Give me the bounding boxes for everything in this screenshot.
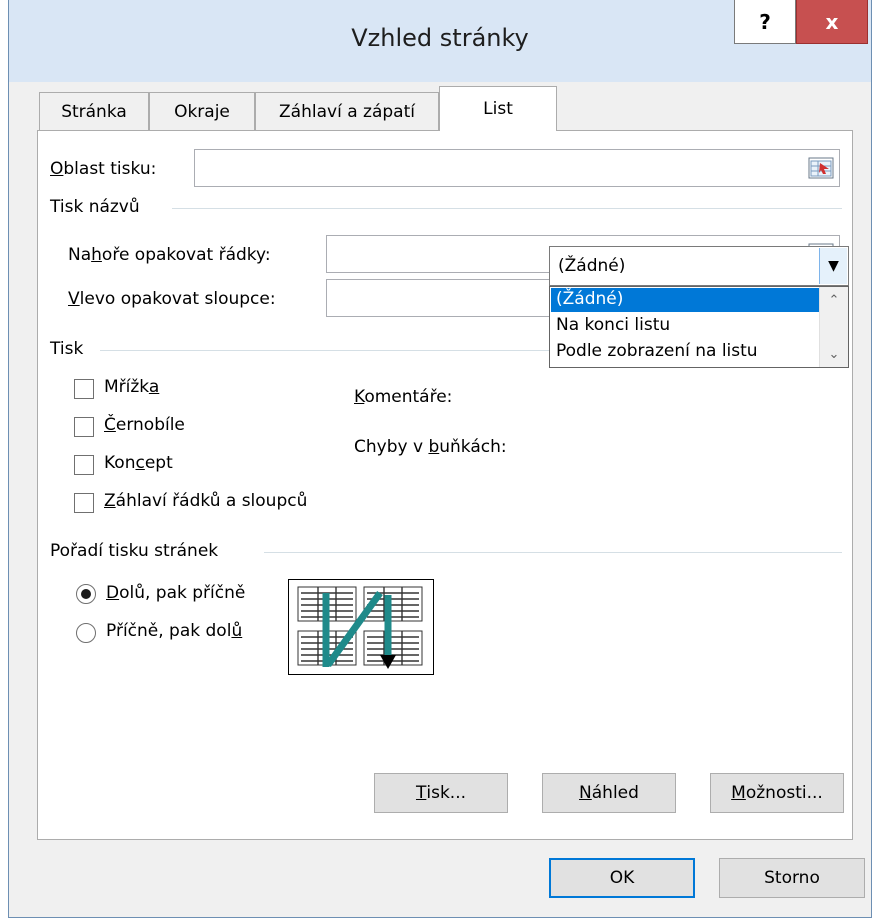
over-then-down-radio[interactable]: [76, 623, 96, 643]
row-col-headings-label[interactable]: Záhlaví řádků a sloupců: [104, 491, 307, 511]
tab-page[interactable]: Stránka: [39, 92, 149, 130]
dropdown-option[interactable]: Podle zobrazení na listu: [551, 340, 819, 364]
chevron-down-icon[interactable]: ▼: [819, 248, 847, 284]
down-then-over-radio[interactable]: [76, 584, 96, 604]
help-button[interactable]: ?: [734, 0, 796, 44]
sheet-tab-panel: Oblast tisku: Tisk názvů Nahoře opakovat…: [37, 130, 853, 840]
scroll-up-icon[interactable]: ⌃: [820, 287, 848, 313]
row-col-headings-checkbox[interactable]: [74, 493, 94, 513]
page-setup-dialog: Vzhled stránky ? x Stránka Okraje Záhlav…: [8, 0, 872, 918]
gridlines-checkbox[interactable]: [74, 379, 94, 399]
print-group-label: Tisk: [50, 339, 84, 359]
collapse-dialog-icon[interactable]: [808, 155, 834, 181]
dropdown-option[interactable]: (Žádné): [551, 288, 819, 312]
comments-select-value: (Žádné): [558, 256, 626, 276]
title-bar: Vzhled stránky ? x: [9, 0, 871, 82]
gridlines-label[interactable]: Mřížka: [104, 377, 159, 397]
page-order-diagram-icon: [288, 579, 434, 675]
print-titles-group-label: Tisk názvů: [50, 197, 140, 217]
over-then-down-label[interactable]: Příčně, pak dolů: [106, 621, 242, 641]
black-and-white-checkbox[interactable]: [74, 417, 94, 437]
comments-label: Komentáře:: [354, 387, 453, 407]
tab-header-footer[interactable]: Záhlaví a zápatí: [255, 92, 439, 130]
dropdown-option[interactable]: Na konci listu: [551, 314, 819, 338]
close-button[interactable]: x: [796, 0, 868, 44]
scroll-down-icon[interactable]: ⌄: [820, 341, 848, 367]
comments-dropdown-list: (Žádné) Na konci listu Podle zobrazení n…: [549, 286, 849, 368]
tab-sheet[interactable]: List: [439, 86, 557, 131]
group-divider: [264, 552, 842, 553]
draft-quality-label[interactable]: Koncept: [104, 453, 173, 473]
down-then-over-label[interactable]: Dolů, pak příčně: [106, 583, 245, 603]
ok-button[interactable]: OK: [549, 858, 695, 898]
comments-select[interactable]: (Žádné) ▼: [549, 246, 849, 286]
cancel-button[interactable]: Storno: [719, 858, 865, 898]
preview-button[interactable]: Náhled: [542, 773, 676, 813]
page-order-group-label: Pořadí tisku stránek: [50, 541, 219, 561]
dropdown-scrollbar[interactable]: ⌃ ⌄: [819, 287, 848, 367]
print-area-input[interactable]: [194, 149, 840, 187]
options-button[interactable]: Možnosti...: [710, 773, 844, 813]
cell-errors-label: Chyby v buňkách:: [354, 437, 507, 457]
print-button[interactable]: Tisk...: [374, 773, 508, 813]
black-and-white-label[interactable]: Černobíle: [104, 415, 185, 435]
print-area-label: Oblast tisku:: [50, 159, 157, 179]
draft-quality-checkbox[interactable]: [74, 455, 94, 475]
tab-margins[interactable]: Okraje: [149, 92, 255, 130]
group-divider: [172, 208, 842, 209]
rows-to-repeat-label: Nahoře opakovat řádky:: [68, 245, 271, 265]
cols-to-repeat-label: Vlevo opakovat sloupce:: [68, 289, 276, 309]
